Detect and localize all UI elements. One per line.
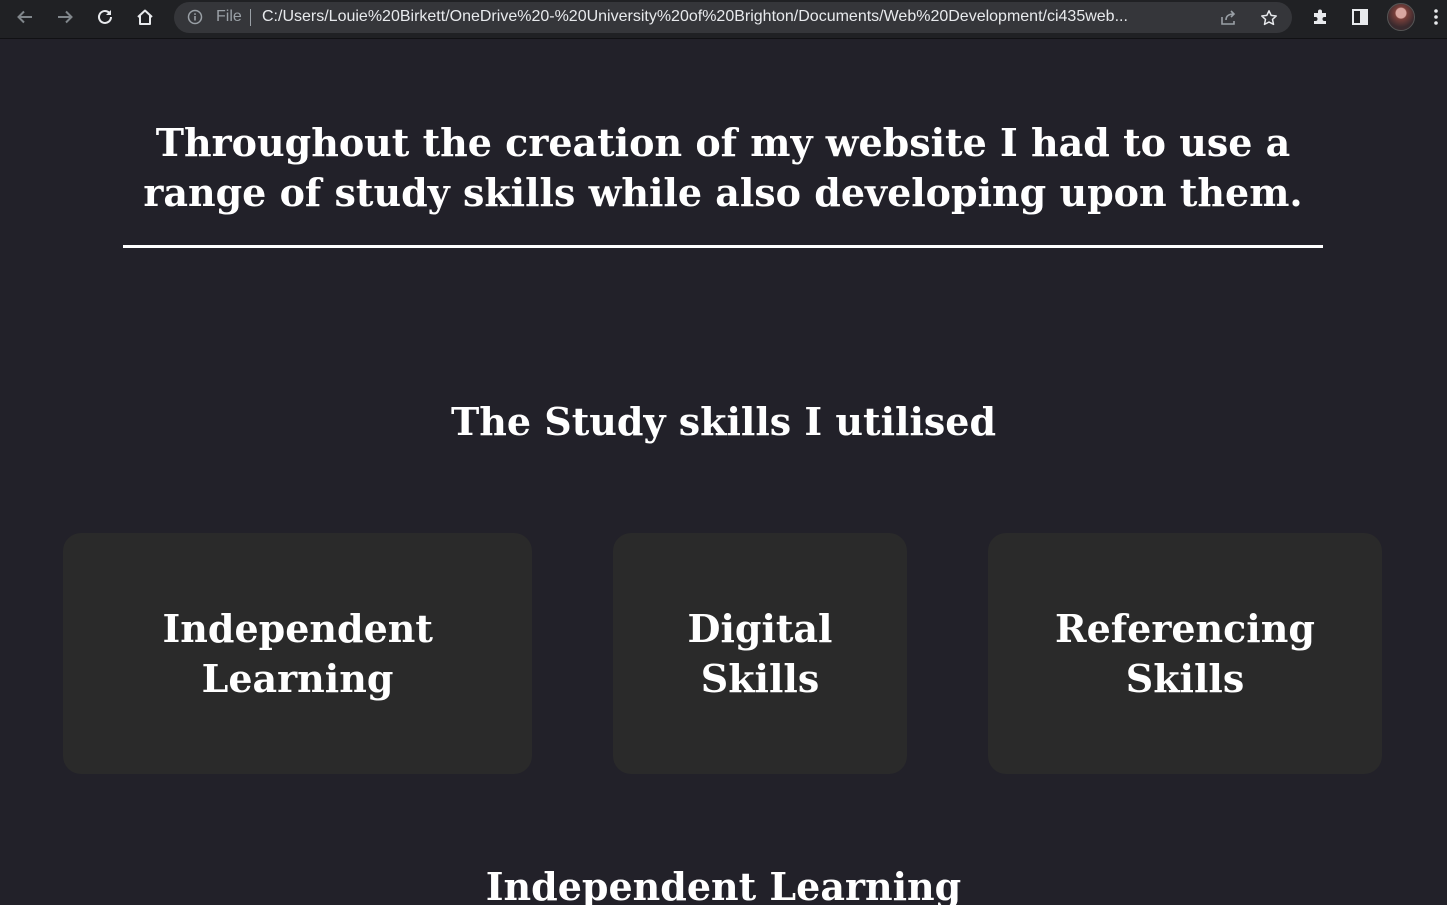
- card-label: Independent Learning: [162, 605, 433, 701]
- card-label: Digital Skills: [687, 605, 833, 701]
- info-icon[interactable]: [186, 8, 204, 26]
- reload-icon[interactable]: [88, 0, 122, 34]
- divider: [250, 9, 251, 26]
- intro-text: Throughout the creation of my website I …: [143, 120, 1303, 215]
- scheme-label: File: [216, 8, 242, 25]
- url-text[interactable]: C:/Users/Louie%20Birkett/OneDrive%20-%20…: [262, 7, 1207, 27]
- horizontal-rule: [123, 245, 1323, 248]
- browser-toolbar: File C:/Users/Louie%20Birkett/OneDrive%2…: [0, 0, 1447, 39]
- page-content: Throughout the creation of my website I …: [0, 40, 1447, 905]
- subheading-independent-learning: Independent Learning: [485, 864, 962, 905]
- profile-avatar[interactable]: [1387, 3, 1415, 31]
- home-icon[interactable]: [128, 0, 162, 34]
- card-independent-learning[interactable]: Independent Learning: [63, 533, 532, 774]
- forward-arrow-icon[interactable]: [48, 0, 82, 34]
- card-digital-skills[interactable]: Digital Skills: [613, 533, 907, 774]
- section-heading: The Study skills I utilised: [450, 399, 997, 444]
- extensions-icon[interactable]: [1303, 0, 1337, 34]
- card-label: Referencing Skills: [1055, 605, 1315, 701]
- menu-icon[interactable]: [1424, 0, 1447, 34]
- address-bar[interactable]: File C:/Users/Louie%20Birkett/OneDrive%2…: [174, 2, 1292, 33]
- card-referencing-skills[interactable]: Referencing Skills: [988, 533, 1382, 774]
- star-icon[interactable]: [1258, 7, 1280, 29]
- back-arrow-icon[interactable]: [8, 0, 42, 34]
- side-panel-icon[interactable]: [1343, 0, 1377, 34]
- share-icon[interactable]: [1217, 7, 1239, 29]
